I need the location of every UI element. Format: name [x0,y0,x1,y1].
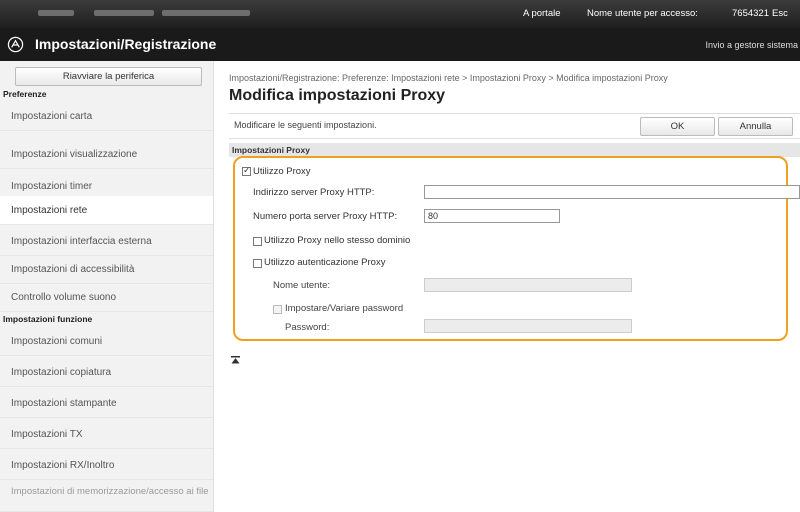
sidebar-item-accessibility[interactable]: Impostazioni di accessibilità [0,255,213,284]
username-input[interactable] [424,278,632,292]
set-password-label: Impostare/Variare password [285,303,404,314]
login-user-label: Nome utente per accesso: [587,8,698,19]
sidebar: Riavviare la periferica Preferenze Impos… [0,61,214,512]
sidebar-section-preferences: Preferenze [3,89,47,99]
http-port-input[interactable]: 80 [424,209,560,223]
set-password-checkbox[interactable] [273,305,282,314]
section-header: Impostazioni Proxy [229,143,800,157]
logout-link[interactable]: Esc [772,8,788,19]
sidebar-item-network[interactable]: Impostazioni rete [0,196,213,225]
use-proxy-checkbox[interactable] [242,165,251,176]
instruction-bar: Modificare le seguenti impostazioni. OK … [229,113,800,139]
go-to-top-icon[interactable] [231,356,240,364]
sidebar-section-functions: Impostazioni funzione [3,314,93,324]
ok-button[interactable]: OK [640,117,715,136]
page-title: Modifica impostazioni Proxy [229,87,446,104]
blurred-text [162,10,250,16]
username-label: Nome utente: [273,280,331,291]
section-title: Impostazioni Proxy [232,145,310,155]
sidebar-item-paper[interactable]: Impostazioni carta [0,102,213,131]
http-port-label: Numero porta server Proxy HTTP: [253,211,398,222]
main-content: Impostazioni/Registrazione: Preferenze: … [229,61,800,512]
proxy-auth-checkbox[interactable] [253,259,262,268]
breadcrumb: Impostazioni/Registrazione: Preferenze: … [229,73,668,83]
login-user-id: 7654321 [732,8,769,19]
sidebar-item-sound-volume[interactable]: Controllo volume suono [0,283,213,312]
sidebar-item-file-storage[interactable]: Impostazioni di memorizzazione/accesso a… [0,481,213,512]
same-domain-label: Utilizzo Proxy nello stesso dominio [264,235,411,246]
portal-link[interactable]: A portale [523,8,561,19]
sidebar-item-rx-forwarding[interactable]: Impostazioni RX/Inoltro [0,451,213,480]
instruction-text: Modificare le seguenti impostazioni. [234,120,377,130]
use-proxy-label: Utilizzo Proxy [253,166,311,177]
cancel-button[interactable]: Annulla [718,117,793,136]
title-bar: Impostazioni/Registrazione Invio a gesto… [0,28,800,61]
sidebar-item-printer[interactable]: Impostazioni stampante [0,389,213,418]
sidebar-item-external-interface[interactable]: Impostazioni interfaccia esterna [0,227,213,256]
sidebar-item-copy[interactable]: Impostazioni copiatura [0,358,213,387]
sidebar-item-common[interactable]: Impostazioni comuni [0,327,213,356]
settings-registration-icon [7,36,24,53]
proxy-auth-label: Utilizzo autenticazione Proxy [264,257,386,268]
sidebar-item-display[interactable]: Impostazioni visualizzazione [0,140,213,169]
top-bar: A portale Nome utente per accesso: 76543… [0,0,800,28]
blurred-text [38,10,74,16]
http-server-label: Indirizzo server Proxy HTTP: [253,187,375,198]
restart-device-button[interactable]: Riavviare la periferica [15,67,202,86]
password-label: Password: [285,322,330,333]
blurred-text [94,10,154,16]
sidebar-item-tx[interactable]: Impostazioni TX [0,420,213,449]
send-to-admin-link[interactable]: Invio a gestore sistema [705,40,798,50]
app-title: Impostazioni/Registrazione [35,36,217,52]
same-domain-checkbox[interactable] [253,237,262,246]
password-input[interactable] [424,319,632,333]
http-server-input[interactable] [424,185,800,199]
